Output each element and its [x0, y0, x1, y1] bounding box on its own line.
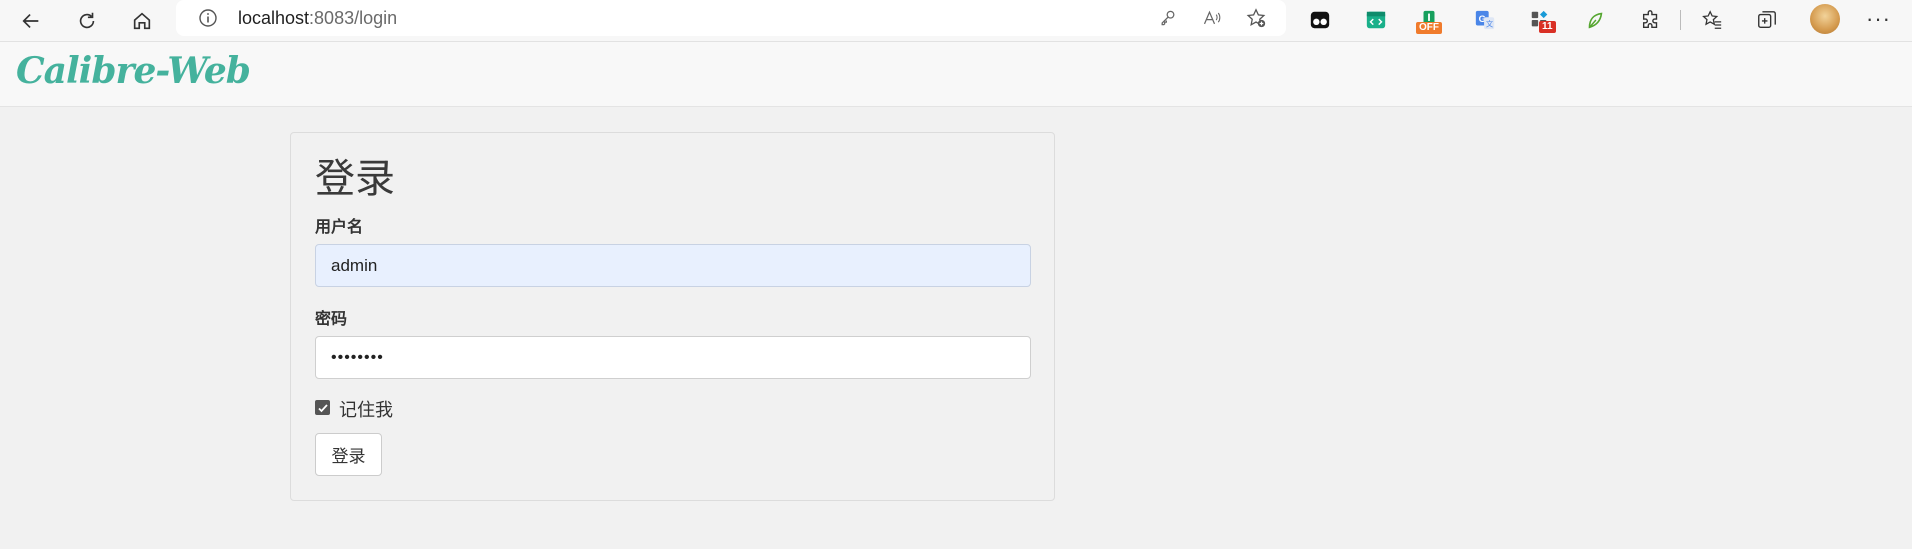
- remember-me-checkbox[interactable]: [315, 400, 330, 415]
- key-icon[interactable]: [1156, 6, 1180, 30]
- username-label: 用户名: [315, 219, 364, 236]
- favorites-icon[interactable]: [1697, 5, 1727, 35]
- remember-me-label[interactable]: 记住我: [339, 396, 393, 422]
- add-favorite-icon[interactable]: [1244, 6, 1268, 30]
- extension-apps-icon[interactable]: 11: [1525, 5, 1556, 35]
- collections-icon[interactable]: [1752, 5, 1782, 35]
- url-text[interactable]: localhost:8083/login: [238, 8, 397, 28]
- home-icon[interactable]: [125, 4, 159, 38]
- offline-badge: OFF: [1416, 22, 1442, 34]
- password-input[interactable]: ••••••••: [315, 336, 1031, 379]
- brand-logo[interactable]: Calibre-Web: [16, 50, 251, 92]
- app-navbar: Calibre-Web: [0, 42, 1912, 107]
- login-submit-button[interactable]: 登录: [315, 433, 382, 476]
- toolbar-separator: [1680, 10, 1681, 30]
- login-panel: 登录 用户名 admin 密码 •••••••• 记住我 登录: [290, 132, 1055, 501]
- username-input[interactable]: admin: [315, 244, 1031, 287]
- read-aloud-icon[interactable]: [1200, 6, 1224, 30]
- extension-leaf-icon[interactable]: [1580, 5, 1610, 35]
- profile-avatar[interactable]: [1810, 4, 1840, 34]
- browser-toolbar: localhost:8083/login OFF G文 11 ···: [0, 0, 1912, 42]
- apps-count-badge: 11: [1539, 21, 1556, 33]
- password-label: 密码: [315, 311, 348, 328]
- extension-tampermonkey-icon[interactable]: [1305, 5, 1335, 35]
- more-menu-icon[interactable]: ···: [1866, 6, 1891, 32]
- extension-devtools-icon[interactable]: [1361, 5, 1391, 35]
- svg-text:文: 文: [1486, 19, 1494, 28]
- refresh-icon[interactable]: [70, 4, 104, 38]
- extension-translate-icon[interactable]: G文: [1470, 5, 1500, 35]
- extensions-puzzle-icon[interactable]: [1636, 5, 1666, 35]
- address-bar[interactable]: localhost:8083/login: [176, 0, 1286, 36]
- extension-offline-icon[interactable]: OFF: [1414, 5, 1444, 35]
- site-info-icon[interactable]: [198, 8, 218, 28]
- login-title: 登录: [315, 157, 395, 201]
- back-icon[interactable]: [14, 4, 48, 38]
